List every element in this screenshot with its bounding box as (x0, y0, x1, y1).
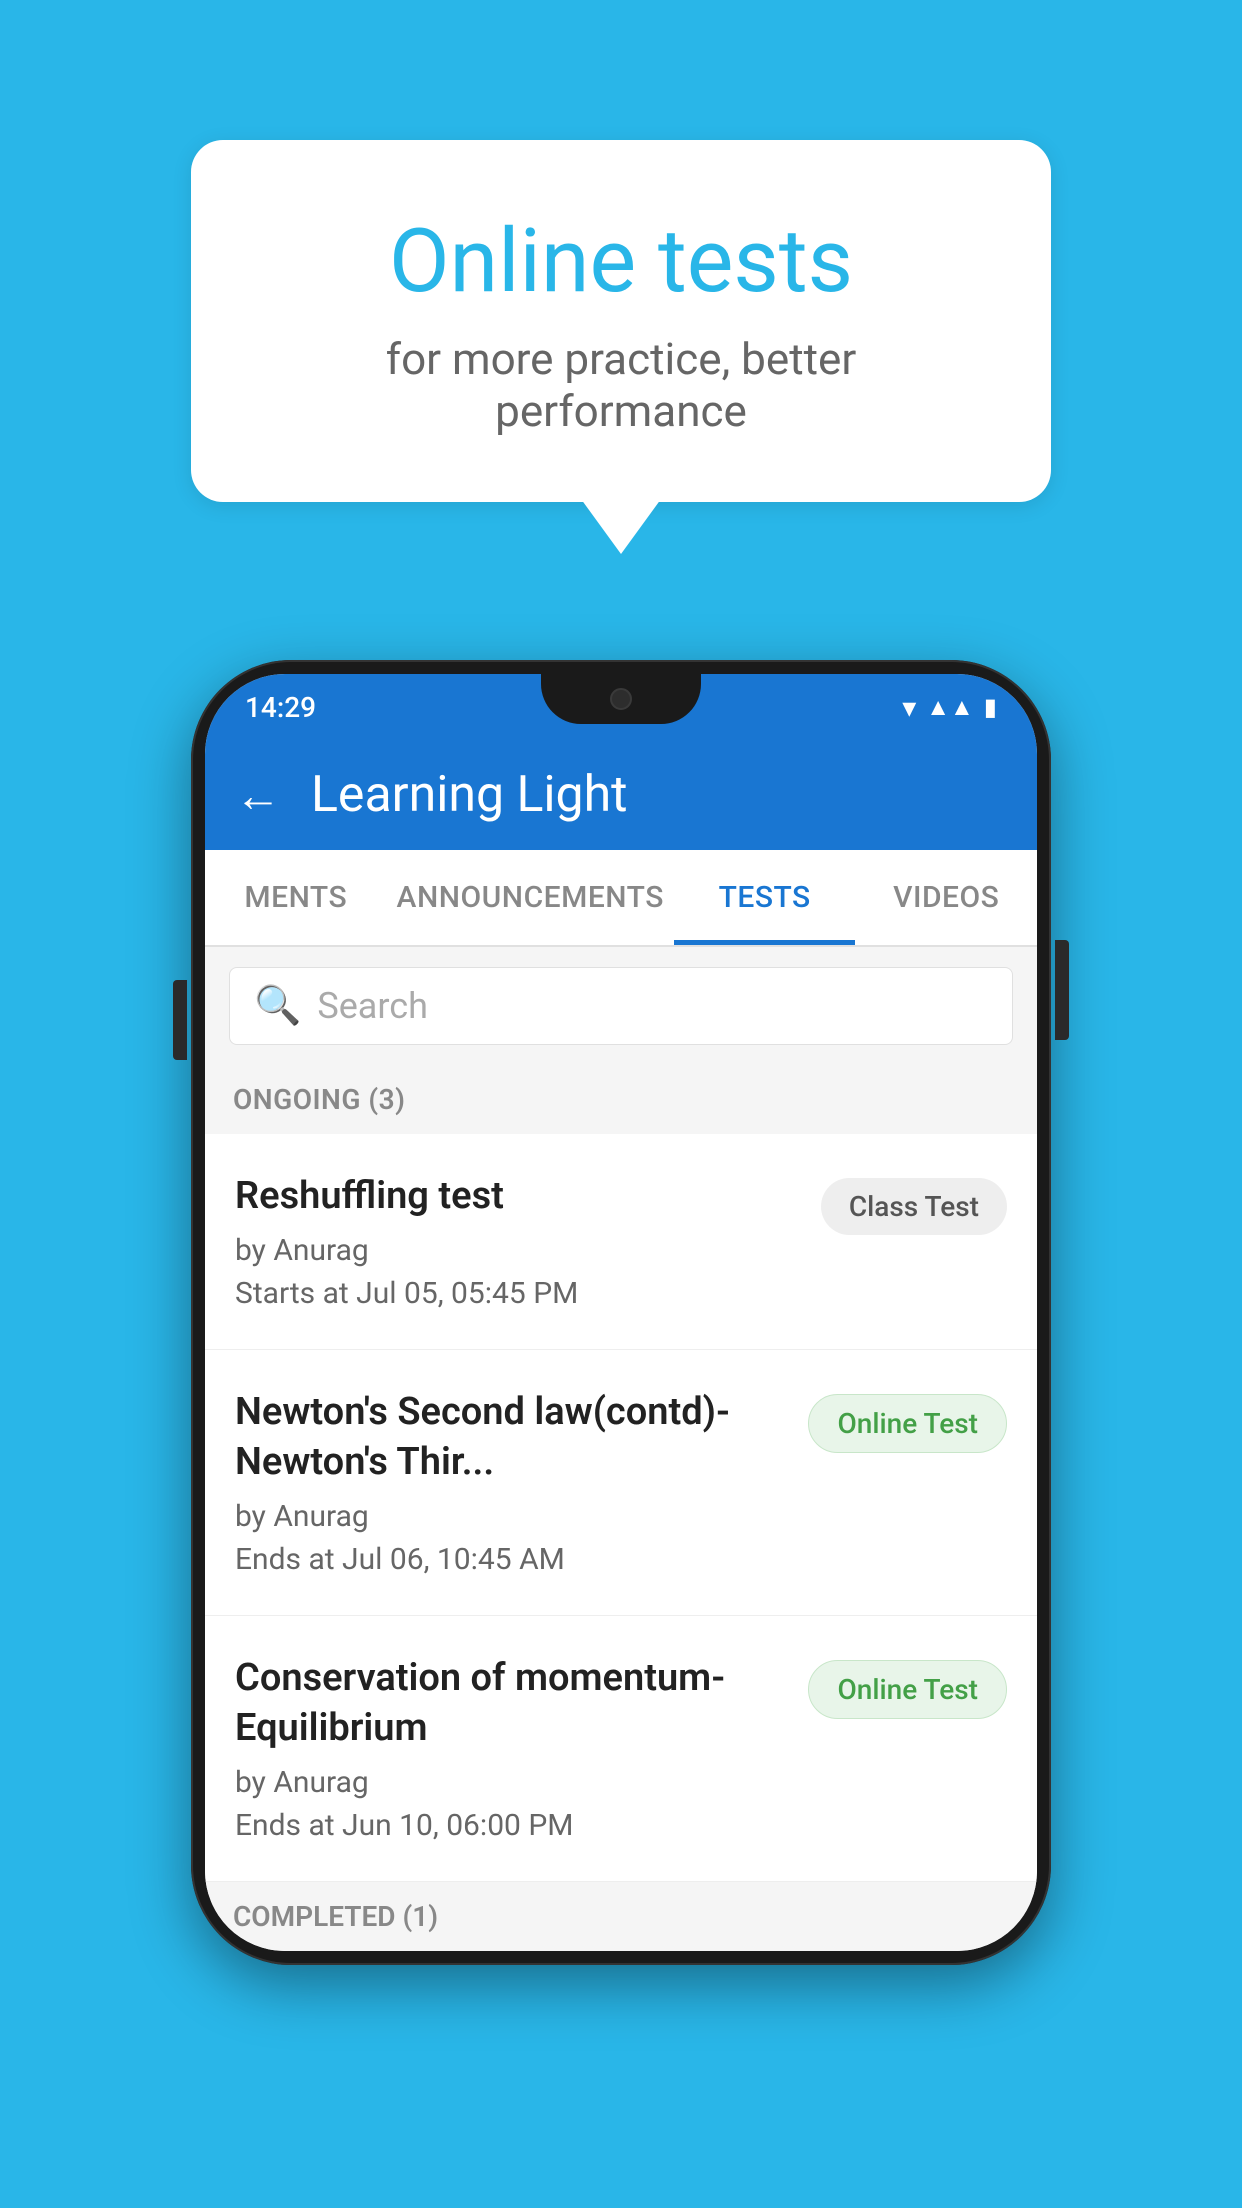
status-icons: ▾ ▲▲ ▮ (902, 691, 997, 724)
list-item[interactable]: Newton's Second law(contd)-Newton's Thir… (205, 1350, 1037, 1616)
test-author-3: by Anurag (235, 1765, 788, 1800)
back-button[interactable]: ← (235, 768, 281, 823)
phone-screen: 14:29 ▾ ▲▲ ▮ ← Learning Light MENTS ANNO… (205, 674, 1037, 1951)
test-name-3: Conservation of momentum-Equilibrium (235, 1654, 788, 1753)
speech-bubble-container: Online tests for more practice, better p… (191, 140, 1051, 502)
completed-section-header: COMPLETED (1) (205, 1882, 1037, 1951)
test-list: Reshuffling test by Anurag Starts at Jul… (205, 1134, 1037, 1882)
list-item[interactable]: Reshuffling test by Anurag Starts at Jul… (205, 1134, 1037, 1350)
status-bar: 14:29 ▾ ▲▲ ▮ (205, 674, 1037, 740)
app-title: Learning Light (311, 766, 628, 824)
tab-ments[interactable]: MENTS (205, 850, 387, 945)
speech-bubble: Online tests for more practice, better p… (191, 140, 1051, 502)
search-icon: 🔍 (254, 984, 301, 1028)
test-badge-3: Online Test (808, 1660, 1007, 1719)
test-info-2: Newton's Second law(contd)-Newton's Thir… (235, 1388, 788, 1577)
battery-icon: ▮ (984, 693, 997, 721)
signal-icon: ▲▲ (926, 693, 974, 722)
search-input[interactable]: Search (317, 985, 428, 1027)
test-author-2: by Anurag (235, 1499, 788, 1534)
tabs-row: MENTS ANNOUNCEMENTS TESTS VIDEOS (205, 850, 1037, 947)
test-info-1: Reshuffling test by Anurag Starts at Jul… (235, 1172, 801, 1311)
camera (610, 688, 632, 710)
test-name-2: Newton's Second law(contd)-Newton's Thir… (235, 1388, 788, 1487)
phone-outer: 14:29 ▾ ▲▲ ▮ ← Learning Light MENTS ANNO… (191, 660, 1051, 1965)
search-bar[interactable]: 🔍 Search (229, 967, 1013, 1045)
test-info-3: Conservation of momentum-Equilibrium by … (235, 1654, 788, 1843)
notch (541, 674, 701, 724)
tab-tests[interactable]: TESTS (674, 850, 856, 945)
tab-videos[interactable]: VIDEOS (855, 850, 1037, 945)
test-author-1: by Anurag (235, 1233, 801, 1268)
test-date-3: Ends at Jun 10, 06:00 PM (235, 1808, 788, 1843)
test-date-1: Starts at Jul 05, 05:45 PM (235, 1276, 801, 1311)
status-time: 14:29 (245, 691, 316, 724)
list-item[interactable]: Conservation of momentum-Equilibrium by … (205, 1616, 1037, 1882)
phone-mockup: 14:29 ▾ ▲▲ ▮ ← Learning Light MENTS ANNO… (191, 660, 1051, 1965)
tab-announcements[interactable]: ANNOUNCEMENTS (387, 850, 674, 945)
app-bar: ← Learning Light (205, 740, 1037, 850)
search-container: 🔍 Search (205, 947, 1037, 1065)
bubble-title: Online tests (271, 210, 971, 313)
test-date-2: Ends at Jul 06, 10:45 AM (235, 1542, 788, 1577)
test-badge-2: Online Test (808, 1394, 1007, 1453)
ongoing-section-header: ONGOING (3) (205, 1065, 1037, 1134)
test-badge-1: Class Test (821, 1178, 1007, 1235)
test-name-1: Reshuffling test (235, 1172, 801, 1221)
wifi-icon: ▾ (902, 691, 916, 724)
bubble-subtitle: for more practice, better performance (271, 333, 971, 437)
